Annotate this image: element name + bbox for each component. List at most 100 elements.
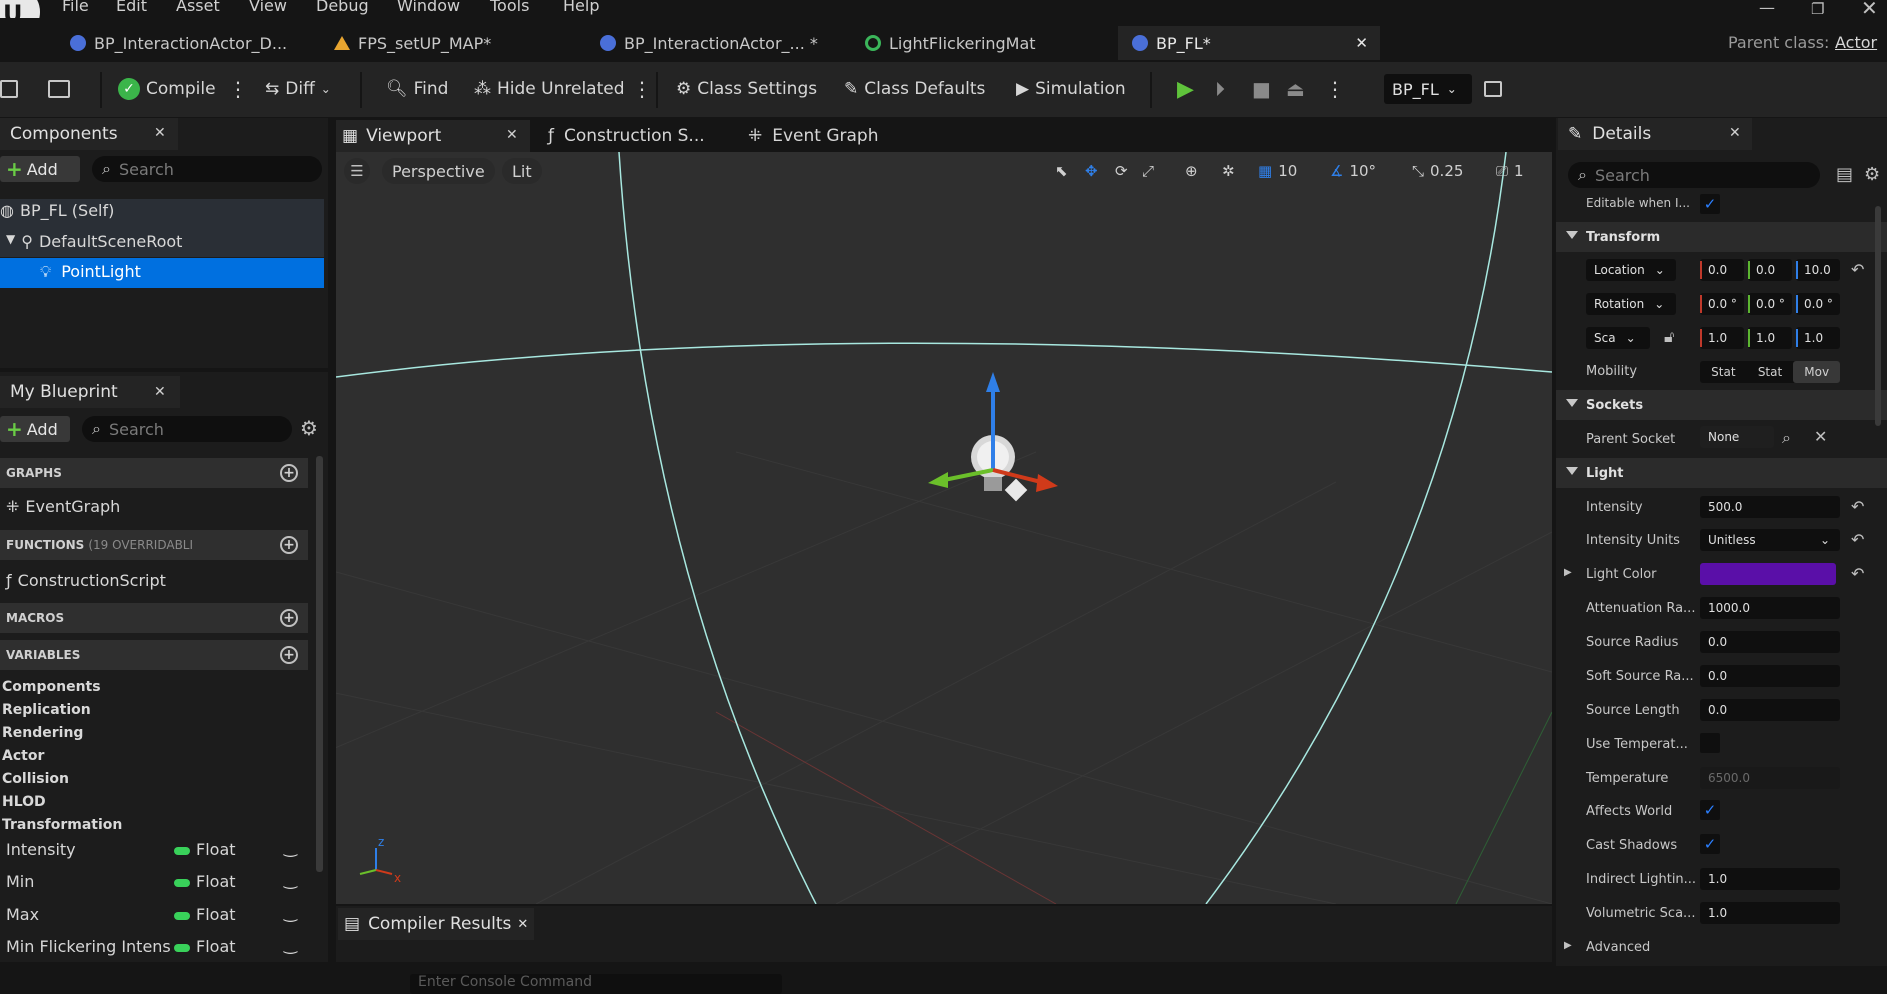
components-search-input[interactable]: ⌕ Search: [92, 156, 322, 182]
simulation-button[interactable]: ▶ Simulation: [1016, 76, 1126, 102]
tab-construction-script[interactable]: ƒ Construction S...: [548, 126, 705, 146]
tab-bp-interactionactor-d[interactable]: BP_InteractionActor_D...: [70, 26, 287, 60]
source-length-field[interactable]: 0.0: [1700, 699, 1840, 721]
rotation-dropdown[interactable]: Rotation ⌄: [1586, 293, 1676, 315]
world-local-icon[interactable]: ⊕: [1185, 158, 1198, 184]
surface-snap-icon[interactable]: ✲: [1222, 158, 1235, 184]
macros-section-header[interactable]: MACROS +: [0, 603, 308, 633]
hide-unrelated-button[interactable]: ⁂ Hide Unrelated: [474, 76, 625, 102]
menu-view[interactable]: View: [249, 0, 287, 15]
save-icon[interactable]: [0, 76, 18, 102]
clear-socket-icon[interactable]: ✕: [1814, 427, 1827, 446]
console-input[interactable]: Enter Console Command: [410, 974, 782, 994]
visibility-eye-icon[interactable]: ‿: [284, 838, 297, 857]
eject-icon[interactable]: ⏏: [1286, 76, 1305, 102]
scale-z-field[interactable]: 1.0: [1796, 327, 1840, 349]
visibility-eye-icon[interactable]: ‿: [284, 935, 297, 954]
add-blueprint-item-button[interactable]: + Add: [0, 416, 70, 442]
tree-item-self[interactable]: ◍ BP_FL (Self): [0, 201, 114, 220]
tab-compiler-results[interactable]: ▤ Compiler Results ✕: [338, 908, 534, 940]
location-y-field[interactable]: 0.0: [1748, 259, 1792, 281]
visibility-eye-icon[interactable]: ‿: [284, 870, 297, 889]
close-compiler-results-icon[interactable]: ✕: [517, 917, 528, 932]
details-tab[interactable]: ✎ Details: [1558, 118, 1752, 150]
menu-debug[interactable]: Debug: [316, 0, 369, 15]
mobility-movable-option[interactable]: Mov: [1793, 361, 1841, 383]
rotation-x-field[interactable]: 0.0 °: [1700, 293, 1744, 315]
lit-button[interactable]: Lit: [502, 158, 542, 184]
add-function-icon[interactable]: +: [280, 536, 298, 554]
intensity-units-dropdown[interactable]: Unitless ⌄: [1700, 529, 1840, 551]
location-dropdown[interactable]: Location ⌄: [1586, 259, 1676, 281]
variables-section-header[interactable]: VARIABLES +: [0, 640, 308, 670]
menu-asset[interactable]: Asset: [176, 0, 220, 15]
source-radius-field[interactable]: 0.0: [1700, 631, 1840, 653]
stop-icon[interactable]: ■: [1252, 76, 1271, 102]
reset-intensity-icon[interactable]: ↶: [1851, 497, 1864, 516]
my-blueprint-tab[interactable]: My Blueprint: [0, 376, 180, 408]
grid-snap-button[interactable]: ▦ 10: [1258, 158, 1297, 184]
rotate-tool-icon[interactable]: ⟳: [1115, 158, 1128, 184]
attenuation-radius-field[interactable]: 1000.0: [1700, 597, 1840, 619]
minimize-icon[interactable]: —: [1759, 0, 1775, 17]
advanced-label[interactable]: Advanced: [1586, 940, 1650, 955]
category-transformation[interactable]: Transformation: [2, 814, 122, 837]
step-icon[interactable]: ⏵: [1215, 76, 1225, 102]
indirect-lighting-field[interactable]: 1.0: [1700, 868, 1840, 890]
menu-tools[interactable]: Tools: [490, 0, 529, 15]
expand-arrow-icon[interactable]: ▶: [1564, 940, 1572, 951]
close-components-icon[interactable]: ✕: [154, 125, 166, 141]
find-button[interactable]: 🔍︎ Find: [386, 76, 448, 102]
intensity-field[interactable]: 500.0: [1700, 496, 1840, 518]
close-my-blueprint-icon[interactable]: ✕: [154, 384, 166, 400]
variable-row[interactable]: Max Float ‿: [0, 903, 310, 935]
point-light-gizmo[interactable]: [928, 372, 1058, 502]
tab-lightflickeringmat[interactable]: LightFlickeringMat: [865, 26, 1036, 60]
visibility-eye-icon[interactable]: ‿: [284, 903, 297, 922]
category-collision[interactable]: Collision: [2, 768, 122, 791]
play-icon[interactable]: ▶: [1177, 76, 1194, 102]
close-viewport-icon[interactable]: ✕: [506, 127, 518, 143]
category-replication[interactable]: Replication: [2, 699, 122, 722]
compile-options-icon[interactable]: ⋮: [228, 76, 248, 102]
variable-row[interactable]: Min Float ‿: [0, 870, 310, 902]
affects-world-checkbox[interactable]: ✓: [1700, 800, 1720, 820]
gear-icon[interactable]: ⚙: [300, 416, 318, 440]
scale-x-field[interactable]: 1.0: [1700, 327, 1744, 349]
browse-debug-icon[interactable]: [1484, 76, 1502, 102]
location-x-field[interactable]: 0.0: [1700, 259, 1744, 281]
add-variable-icon[interactable]: +: [280, 646, 298, 664]
play-options-icon[interactable]: ⋮: [1325, 76, 1345, 102]
category-hlod[interactable]: HLOD: [2, 791, 122, 814]
mobility-stationary-option[interactable]: Stat: [1747, 361, 1794, 383]
tab-fps-setup-map[interactable]: FPS_setUP_MAP*: [334, 26, 491, 60]
variable-row[interactable]: Min Flickering Intens Float ‿: [0, 935, 310, 967]
category-rendering[interactable]: Rendering: [2, 722, 122, 745]
menu-help[interactable]: Help: [563, 0, 599, 15]
browse-icon[interactable]: [48, 76, 70, 102]
hide-options-icon[interactable]: ⋮: [632, 76, 652, 102]
parent-socket-field[interactable]: None: [1700, 426, 1774, 448]
perspective-button[interactable]: Perspective: [382, 158, 495, 184]
editable-checkbox[interactable]: ✓: [1700, 194, 1720, 214]
menu-edit[interactable]: Edit: [116, 0, 147, 15]
details-scrollbar[interactable]: [1875, 206, 1881, 426]
variable-row[interactable]: Intensity Float ‿: [0, 838, 310, 870]
property-matrix-icon[interactable]: ▤: [1836, 164, 1853, 185]
menu-window[interactable]: Window: [397, 0, 460, 15]
light-section-header[interactable]: Light: [1556, 458, 1887, 488]
add-macro-icon[interactable]: +: [280, 609, 298, 627]
light-color-swatch[interactable]: [1700, 563, 1836, 585]
maximize-icon[interactable]: ❐: [1811, 0, 1824, 18]
volumetric-scattering-field[interactable]: 1.0: [1700, 902, 1840, 924]
scale-snap-button[interactable]: ⤡ 0.25: [1412, 158, 1463, 184]
lock-scale-icon[interactable]: 🔓︎: [1664, 327, 1674, 347]
cast-shadows-checkbox[interactable]: ✓: [1700, 834, 1720, 854]
category-actor[interactable]: Actor: [2, 745, 122, 768]
class-settings-button[interactable]: ⚙ Class Settings: [676, 76, 817, 102]
close-details-icon[interactable]: ✕: [1729, 125, 1741, 141]
sockets-section-header[interactable]: Sockets: [1556, 390, 1887, 420]
viewport-menu-icon[interactable]: ☰: [344, 158, 370, 184]
add-graph-icon[interactable]: +: [280, 464, 298, 482]
browse-socket-icon[interactable]: ⌕: [1782, 428, 1791, 448]
